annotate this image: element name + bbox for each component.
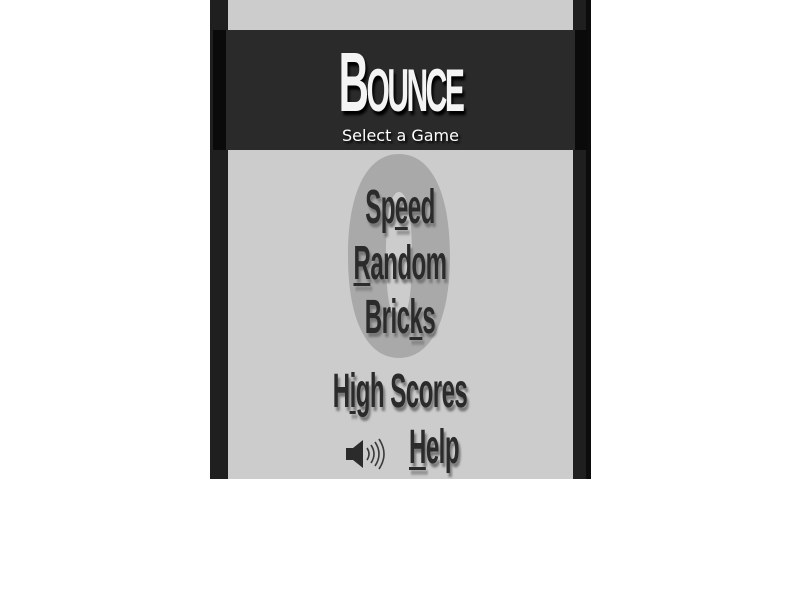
hotkey-letter: e bbox=[394, 181, 408, 234]
menu-item-random[interactable]: Random bbox=[350, 240, 450, 288]
menu-text: Bric bbox=[364, 291, 410, 344]
menu-text: ed bbox=[407, 181, 436, 234]
game-title-initial: B bbox=[338, 35, 369, 129]
menu-text: H bbox=[332, 365, 350, 418]
speaker-on-icon[interactable] bbox=[345, 437, 391, 471]
menu-item-bricks[interactable]: Bricks bbox=[350, 294, 450, 342]
menu-item-help[interactable]: Help bbox=[384, 424, 484, 472]
hotkey-letter: H bbox=[408, 421, 426, 474]
menu-text: Sp bbox=[365, 181, 395, 234]
game-title-rest: OUNCE bbox=[366, 57, 464, 124]
hotkey-letter: R bbox=[353, 237, 371, 290]
menu-item-high-scores[interactable]: High Scores bbox=[325, 368, 475, 416]
menu-text: elp bbox=[425, 421, 460, 474]
title-banner: BOUNCE Select a Game bbox=[213, 30, 588, 150]
menu-text: andom bbox=[370, 237, 447, 290]
game-title: BOUNCE bbox=[307, 40, 495, 133]
menu-text: s bbox=[422, 291, 436, 344]
menu-item-speed[interactable]: Speed bbox=[350, 184, 450, 232]
hotkey-letter: k bbox=[409, 291, 423, 344]
menu-text: gh Scores bbox=[355, 365, 468, 418]
subtitle: Select a Game bbox=[342, 126, 459, 145]
